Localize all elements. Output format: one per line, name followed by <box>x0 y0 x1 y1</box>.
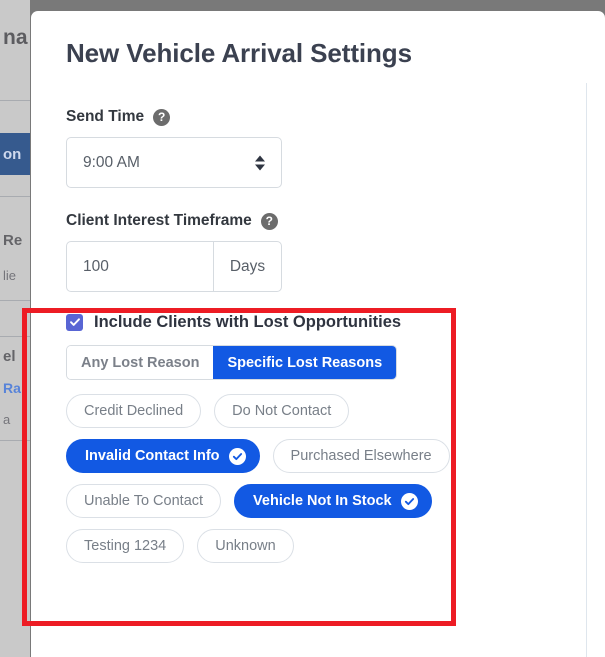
chip-row: Unable To Contact Vehicle Not In Stock <box>66 484 581 518</box>
lost-opportunities-section: Include Clients with Lost Opportunities … <box>55 292 581 563</box>
lost-reason-chip[interactable]: Credit Declined <box>66 394 202 428</box>
background-text-fragment: a <box>3 412 11 427</box>
screen: na on Re lie el Ra a New Vehicle Arrival… <box>0 0 605 657</box>
dialog-body: New Vehicle Arrival Settings Send Time ?… <box>31 11 605 563</box>
lost-reason-chip[interactable]: Purchased Elsewhere <box>272 439 450 473</box>
background-divider <box>0 100 30 101</box>
client-interest-timeframe-label: Client Interest Timeframe <box>66 212 252 229</box>
lost-reason-chip[interactable]: Unable To Contact <box>66 484 222 518</box>
segment-any-lost-reason[interactable]: Any Lost Reason <box>67 346 214 379</box>
send-time-select[interactable]: 9:00 AM <box>66 137 282 188</box>
background-divider <box>0 300 30 301</box>
chip-label: Unknown <box>215 538 276 554</box>
lost-reason-chip[interactable]: Invalid Contact Info <box>66 439 260 473</box>
check-circle-icon <box>400 492 418 510</box>
client-interest-timeframe-input[interactable] <box>67 242 213 291</box>
lost-reason-chip-list: Credit Declined Do Not Contact Invalid C… <box>66 394 581 563</box>
lost-reason-chip[interactable]: Do Not Contact <box>214 394 350 428</box>
chip-label: Credit Declined <box>84 403 184 419</box>
background-page: na on Re lie el Ra a <box>0 0 30 657</box>
chip-label: Testing 1234 <box>84 538 167 554</box>
background-sheet <box>0 0 30 657</box>
up-down-arrows-icon[interactable] <box>255 155 265 170</box>
send-time-label-row: Send Time ? <box>66 108 581 126</box>
lost-reason-chip[interactable]: Vehicle Not In Stock <box>234 484 432 518</box>
new-vehicle-arrival-settings-dialog: New Vehicle Arrival Settings Send Time ?… <box>31 11 605 657</box>
background-nav-selected-label: on <box>3 146 22 163</box>
background-text-fragment: el <box>3 348 16 365</box>
send-time-label: Send Time <box>66 108 145 125</box>
background-divider <box>0 196 30 197</box>
chip-row: Invalid Contact Info Purchased Elsewhere <box>66 439 581 473</box>
lost-reason-chip[interactable]: Unknown <box>197 529 294 563</box>
dialog-title: New Vehicle Arrival Settings <box>66 38 412 68</box>
send-time-field: Send Time ? 9:00 AM <box>55 108 581 188</box>
chip-row: Testing 1234 Unknown <box>66 529 581 563</box>
chip-label: Invalid Contact Info <box>85 448 220 464</box>
include-lost-opportunities-label: Include Clients with Lost Opportunities <box>94 313 402 331</box>
chip-label: Unable To Contact <box>84 493 204 509</box>
send-time-select-wrap: 9:00 AM <box>66 137 282 188</box>
client-interest-timeframe-label-row: Client Interest Timeframe ? <box>66 212 581 230</box>
help-circle-icon[interactable]: ? <box>260 212 278 230</box>
background-text-fragment: Re <box>3 232 23 249</box>
client-interest-timeframe-input-group: Days <box>66 241 282 292</box>
client-interest-timeframe-field: Client Interest Timeframe ? Days <box>55 212 581 292</box>
background-text-fragment: lie <box>3 268 17 283</box>
background-divider <box>0 336 30 337</box>
lost-reason-chip[interactable]: Testing 1234 <box>66 529 185 563</box>
background-heading: na <box>3 26 28 49</box>
check-circle-icon <box>228 447 246 465</box>
help-circle-icon[interactable]: ? <box>153 108 171 126</box>
send-time-value: 9:00 AM <box>83 153 140 171</box>
chip-label: Purchased Elsewhere <box>290 448 432 464</box>
checkmark-icon[interactable] <box>66 313 83 331</box>
chip-label: Vehicle Not In Stock <box>253 493 392 509</box>
chip-row: Credit Declined Do Not Contact <box>66 394 581 428</box>
include-lost-opportunities-checkbox-row[interactable]: Include Clients with Lost Opportunities <box>66 312 581 332</box>
background-link-fragment[interactable]: Ra <box>3 380 21 396</box>
background-divider <box>0 440 30 441</box>
chip-label: Do Not Contact <box>232 403 332 419</box>
client-interest-timeframe-unit: Days <box>213 242 281 291</box>
lost-reason-mode-segmented-control: Any Lost Reason Specific Lost Reasons <box>66 345 398 380</box>
segment-specific-lost-reasons[interactable]: Specific Lost Reasons <box>213 346 397 379</box>
